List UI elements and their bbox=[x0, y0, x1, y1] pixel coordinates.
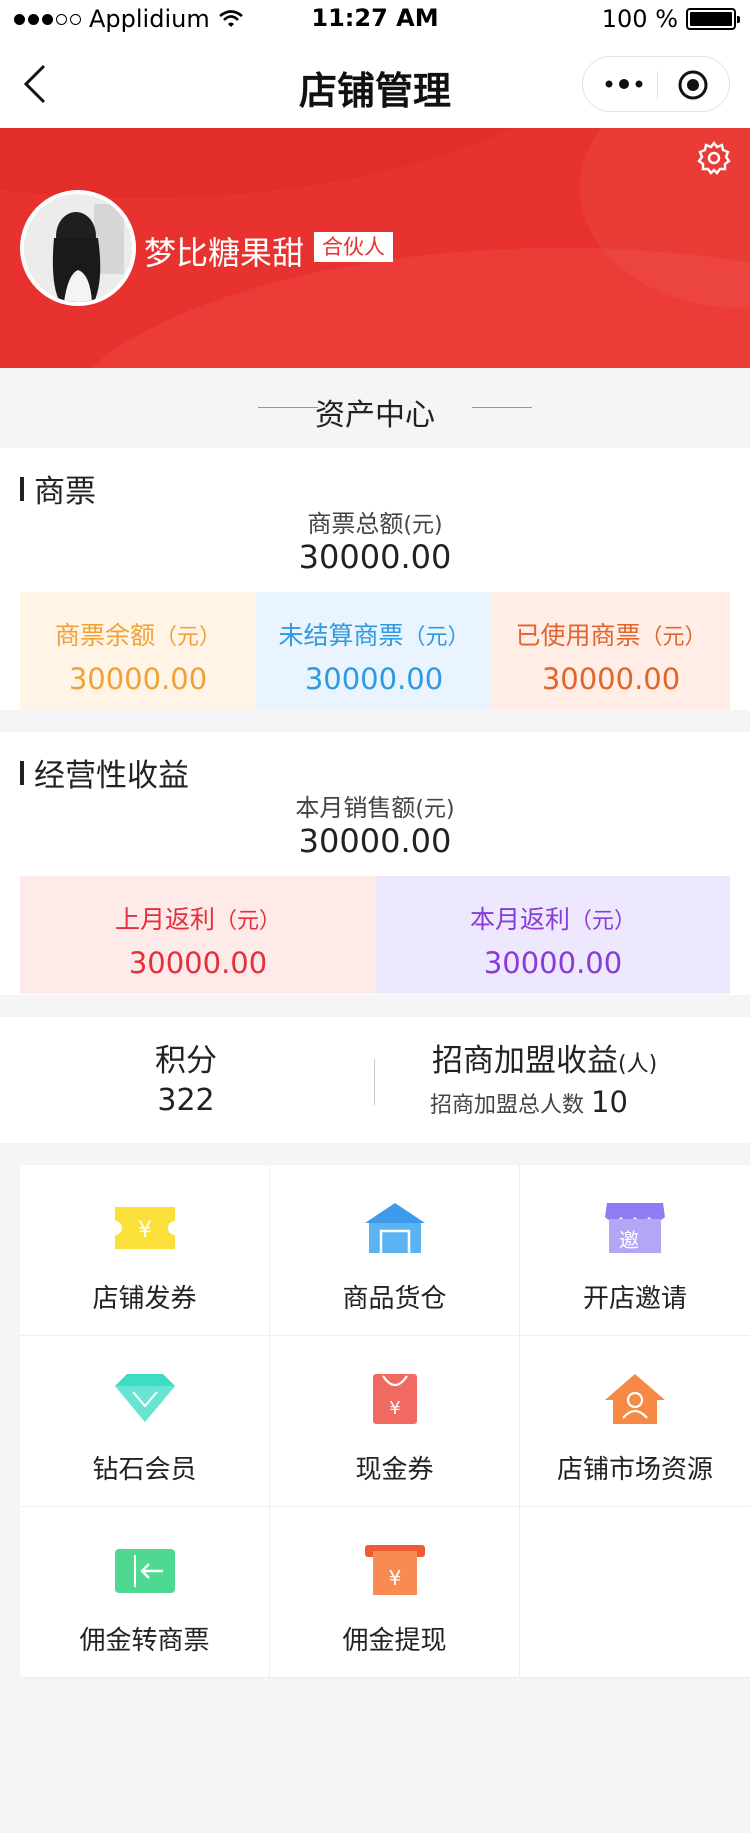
function-grid: ¥ 店铺发券 商品货仓 邀 开店邀请 钻石会员 ¥ 现金券 店铺市场资源 佣金转… bbox=[20, 1165, 750, 1678]
points-section: 积分 322 招商加盟收益(人) 招商加盟总人数 10 bbox=[0, 1017, 750, 1143]
ticket-total-value: 30000.00 bbox=[298, 538, 452, 576]
svg-text:邀: 邀 bbox=[619, 1228, 639, 1252]
avatar-image bbox=[24, 194, 132, 302]
section-title: 资产中心 bbox=[315, 398, 435, 433]
ticket-unsettled-tile[interactable]: 未结算商票（元） 30000.00 bbox=[256, 592, 492, 710]
status-bar: Applidium 11:27 AM 100 % bbox=[0, 0, 750, 40]
grid-item-cash-coupon[interactable]: ¥ 现金券 bbox=[270, 1336, 520, 1507]
svg-text:¥: ¥ bbox=[138, 1218, 152, 1243]
ticket-total-label: 商票总额(元) bbox=[307, 510, 443, 538]
invite-shop-icon: 邀 bbox=[605, 1203, 665, 1253]
more-icon[interactable] bbox=[601, 69, 651, 99]
invest-income-label[interactable]: 招商加盟收益(人) bbox=[432, 1035, 657, 1080]
diamond-icon bbox=[114, 1374, 175, 1422]
points-value[interactable]: 322 bbox=[0, 1083, 372, 1118]
grid-empty-cell bbox=[520, 1507, 750, 1678]
ticket-tiles: 商票余额（元） 30000.00 未结算商票（元） 30000.00 已使用商票… bbox=[20, 592, 730, 710]
income-total-value: 30000.00 bbox=[298, 822, 452, 860]
income-tiles: 上月返利（元） 30000.00 本月返利（元） 30000.00 bbox=[20, 876, 730, 994]
this-month-rebate-tile[interactable]: 本月返利（元） 30000.00 bbox=[376, 876, 730, 994]
points-label: 积分 bbox=[155, 1043, 217, 1079]
grid-item-store-coupon[interactable]: ¥ 店铺发券 bbox=[20, 1165, 270, 1336]
market-resource-icon bbox=[605, 1374, 665, 1424]
warehouse-icon bbox=[364, 1203, 425, 1253]
ticket-used-tile[interactable]: 已使用商票（元） 30000.00 bbox=[492, 592, 730, 710]
coupon-icon: ¥ bbox=[114, 1207, 175, 1249]
role-badge: 合伙人 bbox=[314, 232, 393, 262]
mini-program-capsule bbox=[582, 56, 730, 112]
user-name: 梦比糖果甜 bbox=[144, 234, 305, 272]
grid-item-commission-withdraw[interactable]: ¥ 佣金提现 bbox=[270, 1507, 520, 1678]
income-total-label: 本月销售额(元) bbox=[295, 794, 455, 822]
ticket-balance-tile[interactable]: 商票余额（元） 30000.00 bbox=[20, 592, 256, 710]
income-card: 经营性收益 本月销售额(元) 30000.00 上月返利（元） 30000.00… bbox=[0, 732, 750, 995]
svg-text:¥: ¥ bbox=[388, 1566, 401, 1590]
cash-coupon-icon: ¥ bbox=[372, 1374, 417, 1424]
invest-total: 招商加盟总人数 10 bbox=[430, 1085, 628, 1119]
grid-item-open-store-invite[interactable]: 邀 开店邀请 bbox=[520, 1165, 750, 1336]
profile-banner: 梦比糖果甜 合伙人 bbox=[0, 128, 750, 368]
close-target-icon[interactable] bbox=[677, 69, 709, 101]
last-month-rebate-tile[interactable]: 上月返利（元） 30000.00 bbox=[20, 876, 376, 994]
ticket-card: 商票 商票总额(元) 30000.00 商票余额（元） 30000.00 未结算… bbox=[0, 448, 750, 710]
avatar[interactable] bbox=[20, 190, 136, 306]
commission-transfer-icon bbox=[114, 1549, 175, 1593]
settings-gear-icon[interactable] bbox=[696, 140, 732, 176]
svg-text:¥: ¥ bbox=[389, 1398, 400, 1419]
nav-bar: 店铺管理 bbox=[0, 40, 750, 128]
asset-center-header: 资产中心 bbox=[0, 368, 750, 448]
withdraw-icon: ¥ bbox=[364, 1545, 425, 1595]
battery-icon bbox=[686, 8, 740, 30]
grid-item-commission-transfer[interactable]: 佣金转商票 bbox=[20, 1507, 270, 1678]
battery-percent: 100 % bbox=[601, 5, 678, 33]
grid-item-diamond-member[interactable]: 钻石会员 bbox=[20, 1336, 270, 1507]
grid-item-market-resource[interactable]: 店铺市场资源 bbox=[520, 1336, 750, 1507]
grid-item-warehouse[interactable]: 商品货仓 bbox=[270, 1165, 520, 1336]
